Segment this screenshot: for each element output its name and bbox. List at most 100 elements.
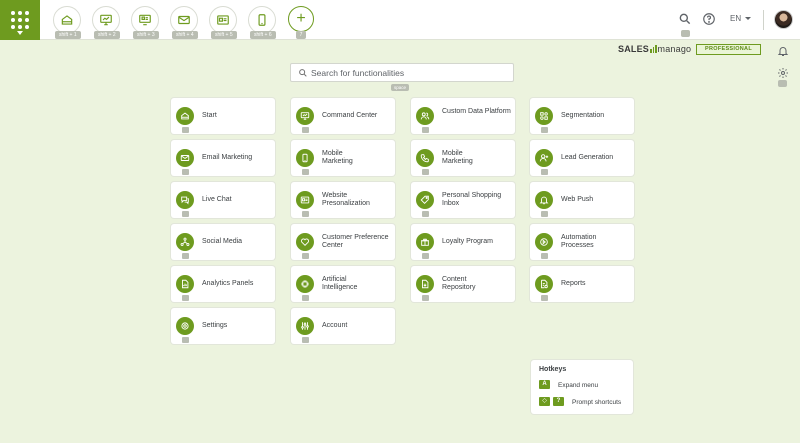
tile-mobile-marketing[interactable]: Mobile Marketing (291, 140, 395, 176)
shortcut-hint: shift + 2 (94, 31, 120, 39)
tile-start[interactable]: Start (171, 98, 275, 134)
tile-key-hint (422, 127, 429, 133)
help-icon[interactable] (702, 12, 716, 26)
tile-analytics-panels[interactable]: Analytics Panels (171, 266, 275, 302)
home-icon (176, 107, 194, 125)
shortcut-start-button[interactable] (53, 6, 81, 34)
language-selector[interactable]: EN (730, 14, 741, 23)
tile-content-repository[interactable]: Content Repository (411, 266, 515, 302)
tile-artificial-intelligence[interactable]: Artificial Intelligence (291, 266, 395, 302)
tile-email-marketing[interactable]: Email Marketing (171, 140, 275, 176)
shortcut-hint: shift + 4 (172, 31, 198, 39)
search-icon (299, 69, 307, 77)
tile-key-hint (182, 127, 189, 133)
shortcut-hint: shift + 3 (133, 31, 159, 39)
tile-loyalty-program[interactable]: Loyalty Program (411, 224, 515, 260)
tile-label: Segmentation (561, 112, 605, 119)
shortcut-command-center-button[interactable] (92, 6, 120, 34)
tile-label: Automation Processes (561, 234, 597, 249)
tile-label: Mobile Marketing (322, 150, 353, 165)
phone-icon (258, 14, 266, 26)
website-icon (139, 14, 151, 26)
tile-segmentation[interactable]: Segmentation (530, 98, 634, 134)
avatar[interactable] (774, 10, 793, 29)
shortcut-hint: shift + 5 (211, 31, 237, 39)
user-plus-icon (535, 149, 553, 167)
tag-icon (416, 191, 434, 209)
tile-website-personalization[interactable]: Website Presonalization (291, 182, 395, 218)
tile-key-hint (541, 295, 548, 301)
tile-personal-shopping-inbox[interactable]: Personal Shopping Inbox (411, 182, 515, 218)
home-icon (61, 15, 73, 25)
tile-live-chat[interactable]: Live Chat (171, 182, 275, 218)
brand-logo: SALES manago (618, 44, 691, 54)
hotkeys-panel: Hotkeys A Expand menu ◇ ? Prompt shortcu… (531, 360, 633, 414)
tile-account[interactable]: Account (291, 308, 395, 344)
tile-key-hint (302, 211, 309, 217)
shortcut-hint: shift + 1 (55, 31, 81, 39)
tile-key-hint (302, 337, 309, 343)
main-menu-button[interactable] (0, 0, 40, 40)
hotkey-key: ◇ (539, 397, 550, 406)
tile-label: Analytics Panels (202, 280, 254, 287)
tile-label: Personal Shopping Inbox (442, 192, 502, 207)
tile-label: Loyalty Program (442, 238, 493, 245)
tile-label: Start (202, 112, 217, 119)
brand-bars-icon (650, 45, 657, 53)
hotkey-key: A (539, 380, 550, 389)
shortcut-inbox-button[interactable] (209, 6, 237, 34)
shortcut-mobile-button[interactable] (248, 6, 276, 34)
tile-reports[interactable]: Reports (530, 266, 634, 302)
add-shortcut-button[interactable]: + (288, 6, 314, 32)
tile-mobile-marketing-calls[interactable]: Mobile Marketing (411, 140, 515, 176)
tile-customer-preference-center[interactable]: Customer Preference Center (291, 224, 395, 260)
plan-badge: PROFESSIONAL (696, 44, 761, 55)
tile-label: Lead Generation (561, 154, 614, 161)
tile-key-hint (422, 253, 429, 259)
users-icon (416, 107, 434, 125)
search-input[interactable] (311, 66, 509, 80)
tile-key-hint (302, 127, 309, 133)
settings-key-hint (778, 80, 787, 87)
brand-name-bold: SALES (618, 44, 650, 54)
shortcut-hint: shift + 6 (250, 31, 276, 39)
analytics-icon (176, 275, 194, 293)
hotkeys-title: Hotkeys (539, 366, 567, 373)
sliders-icon (296, 317, 314, 335)
id-card-icon (217, 15, 229, 25)
hotkey-key: ? (553, 397, 564, 406)
search-icon[interactable] (678, 12, 692, 26)
tile-key-hint (541, 253, 548, 259)
tile-automation-processes[interactable]: Automation Processes (530, 224, 634, 260)
tile-command-center[interactable]: Command Center (291, 98, 395, 134)
tile-label: Custom Data Platform (442, 108, 511, 115)
tile-key-hint (182, 169, 189, 175)
chat-icon (176, 191, 194, 209)
tile-web-push[interactable]: Web Push (530, 182, 634, 218)
segments-icon (535, 107, 553, 125)
tile-label: Customer Preference Center (322, 234, 389, 249)
envelope-icon (178, 15, 190, 25)
tile-key-hint (302, 253, 309, 259)
tile-settings[interactable]: Settings (171, 308, 275, 344)
tile-label: Settings (202, 322, 228, 329)
tile-key-hint (541, 211, 548, 217)
tile-lead-generation[interactable]: Lead Generation (530, 140, 634, 176)
tile-label: Content Repository (442, 276, 476, 291)
tile-custom-data-platform[interactable]: Custom Data Platform (411, 98, 515, 134)
shortcut-email-button[interactable] (170, 6, 198, 34)
tile-social-media[interactable]: Social Media (171, 224, 275, 260)
tile-label: Email Marketing (202, 154, 253, 161)
tile-key-hint (182, 211, 189, 217)
bell-icon[interactable] (777, 44, 789, 56)
tile-label: Live Chat (202, 196, 232, 203)
shortcut-website-button[interactable] (131, 6, 159, 34)
caret-down-icon (17, 31, 23, 35)
gear-icon[interactable] (777, 66, 789, 78)
tile-key-hint (182, 295, 189, 301)
network-icon (176, 233, 194, 251)
add-shortcut-hint: 7 (296, 31, 306, 39)
search-key-hint: space (391, 84, 410, 91)
tile-label: Artificial Intelligence (322, 276, 358, 291)
website-icon (296, 191, 314, 209)
